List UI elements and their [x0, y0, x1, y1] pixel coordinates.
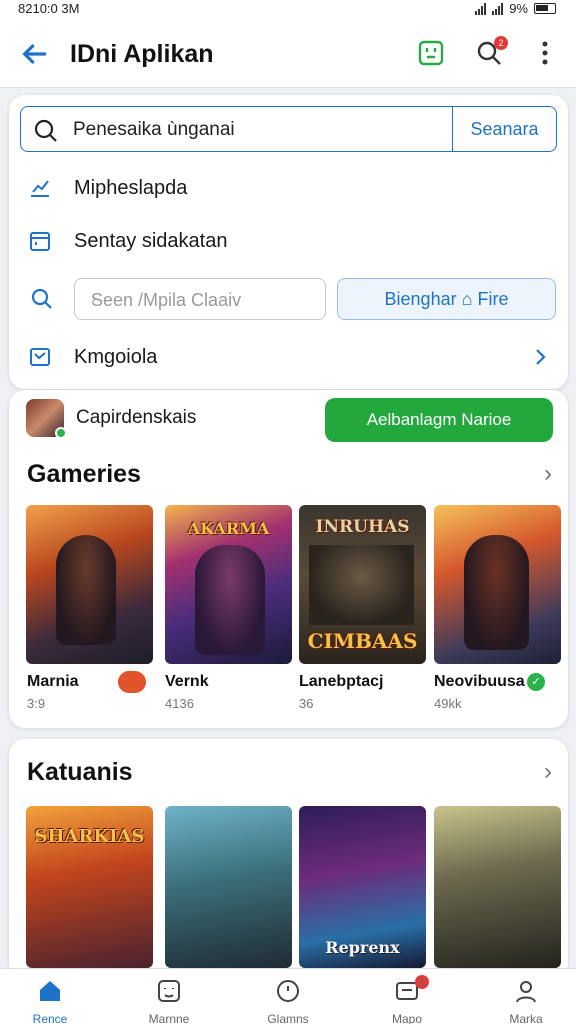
- filter-input[interactable]: Seen /Mpila Claaiv ›: [74, 278, 326, 320]
- game-thumbnail[interactable]: [26, 505, 153, 664]
- chevron-right-icon[interactable]: ›: [544, 460, 552, 488]
- more-options-icon[interactable]: [530, 38, 560, 68]
- tab-explore[interactable]: Glamns: [238, 969, 338, 1024]
- notification-badge: 2: [494, 36, 508, 50]
- search-button[interactable]: Seanara: [452, 107, 556, 151]
- tab-label: Glamns: [267, 1012, 309, 1024]
- game-meta: 3:9: [27, 696, 46, 711]
- person-icon: [516, 981, 536, 1003]
- search-icon: [34, 119, 57, 142]
- tab-label: Marnne: [148, 1012, 190, 1024]
- section-title: Katuanis: [27, 758, 133, 786]
- search-bar: Penesaika ùnganai Seanara: [20, 106, 557, 152]
- tab-label: Rence: [32, 1012, 68, 1024]
- app-bar: IDni Aplikan 2: [0, 18, 576, 88]
- menu-item-label: Mipheslapda: [74, 177, 188, 199]
- signal-icon: [475, 2, 487, 15]
- battery-percent: 9%: [509, 1, 528, 16]
- game-thumbnail[interactable]: [165, 806, 292, 968]
- search-input-value: Penesaika ùnganai: [73, 119, 235, 140]
- status-bar: 8210:0 3M 9%: [0, 0, 576, 18]
- game-thumbnail[interactable]: AKARMA: [165, 505, 292, 664]
- game-meta: 36: [299, 696, 314, 711]
- menu-item-1[interactable]: Mipheslapda: [20, 168, 557, 208]
- menu-item-label: Sentay sidakatan: [74, 230, 228, 252]
- tab-label: Marka: [509, 1012, 543, 1024]
- compass-icon: [277, 980, 299, 1002]
- battery-icon: [534, 3, 556, 14]
- menu-item-2[interactable]: Sentay sidakatan: [20, 221, 557, 261]
- game-title: Lanebptacj: [299, 673, 384, 690]
- game-meta: 49kk: [434, 696, 462, 711]
- chevron-down-icon: ›: [91, 290, 97, 307]
- app-name: Capirdenskais: [76, 407, 197, 428]
- install-button[interactable]: Aelbanlagm Narioe: [325, 398, 553, 442]
- game-thumbnail[interactable]: [434, 806, 561, 968]
- image-icon: [30, 348, 50, 366]
- home-icon: [40, 981, 60, 1001]
- trend-icon: [31, 180, 49, 197]
- game-title: Neovibuusa: [434, 673, 525, 690]
- game-thumbnail[interactable]: INRUHAS CIMBAAS: [299, 505, 426, 664]
- tab-home[interactable]: Rence: [0, 969, 100, 1024]
- bottom-navigation: Rence Marnne Glamns 1 Mapo Marka: [0, 968, 576, 1024]
- tab-inbox[interactable]: 1 Mapo: [357, 969, 457, 1024]
- game-thumbnail[interactable]: SHARKIAS: [26, 806, 153, 968]
- back-arrow-icon[interactable]: [18, 38, 50, 70]
- signal-icon: [492, 2, 504, 15]
- chevron-right-icon[interactable]: ›: [544, 758, 552, 786]
- page-title: IDni Aplikan: [70, 40, 214, 68]
- game-thumbnail[interactable]: Reprenx: [299, 806, 426, 968]
- tab-games[interactable]: Marnne: [119, 969, 219, 1024]
- game-title: Vernk: [165, 673, 209, 690]
- notification-badge: 1: [415, 975, 429, 989]
- search-input[interactable]: Penesaika ùnganai: [21, 107, 452, 151]
- status-time: 8210:0 3M: [18, 1, 80, 16]
- tab-label: Mapo: [391, 1012, 423, 1024]
- menu-item-label: Kmgoiola: [74, 346, 158, 368]
- chevron-right-icon: [536, 349, 546, 365]
- game-meta: 4136: [165, 696, 194, 711]
- game-thumbnail[interactable]: [434, 505, 561, 664]
- search-notif-button[interactable]: 2: [474, 36, 508, 68]
- action-button[interactable]: Bienghar ⌂ Fire: [337, 278, 556, 320]
- search-icon: [31, 288, 52, 309]
- section-title: Gameries: [27, 460, 141, 488]
- face-icon: [158, 980, 180, 1002]
- verified-icon: ✓: [527, 673, 545, 691]
- online-dot: [55, 427, 67, 439]
- tab-profile[interactable]: Marka: [476, 969, 576, 1024]
- calendar-icon: [30, 232, 50, 251]
- store-icon[interactable]: [416, 38, 446, 68]
- game-title: Marnia: [27, 673, 79, 690]
- app-avatar: [26, 399, 67, 439]
- game-badge-icon: [118, 671, 146, 693]
- menu-item-4[interactable]: Kmgoiola: [20, 337, 557, 377]
